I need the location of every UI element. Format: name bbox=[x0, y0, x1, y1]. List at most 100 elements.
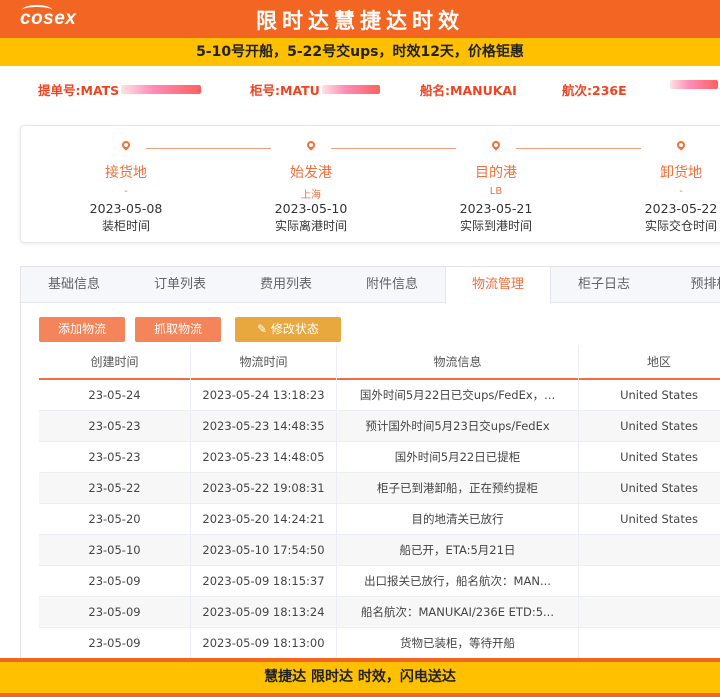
redacted-mark bbox=[321, 85, 380, 94]
column-header[interactable]: 物流信息 bbox=[337, 345, 579, 380]
table-cell: 23-05-22 bbox=[39, 473, 191, 504]
route-stop-pickup: 接货地 - 2023-05-08 装柜时间 bbox=[56, 140, 196, 234]
table-cell: 2023-05-09 18:13:00 bbox=[191, 628, 337, 659]
tab-panel: 基础信息 订单列表 费用列表 附件信息 物流管理 柜子日志 预排柜 添加物流 抓… bbox=[20, 266, 720, 666]
banner-title: 限时达慧捷达时效 bbox=[256, 9, 464, 33]
table-row[interactable]: 23-05-09 2023-05-09 18:15:37 出口报关已放行，船名航次：… bbox=[39, 566, 720, 597]
stop-sub: LB bbox=[489, 186, 503, 197]
tab-pre-schedule[interactable]: 预排柜 bbox=[657, 267, 720, 303]
promo-strip: 5-10号开船，5-22号交ups，时效12天，价格钜惠 bbox=[0, 38, 720, 66]
table-row[interactable]: 23-05-20 2023-05-20 14:24:21 目的地清关已放行 Unite… bbox=[39, 504, 720, 535]
table-cell: 23-05-20 bbox=[39, 504, 191, 535]
table-row[interactable]: 23-05-22 2023-05-22 19:08:31 柜子已到港卸船，正在预约提… bbox=[39, 473, 720, 504]
table-cell: 2023-05-09 18:13:24 bbox=[191, 597, 337, 628]
edit-icon: ✎ bbox=[257, 322, 271, 336]
table-cell: 目的地清关已放行 bbox=[337, 504, 579, 535]
tab-attachments[interactable]: 附件信息 bbox=[339, 267, 445, 303]
table-cell: 2023-05-24 13:18:23 bbox=[191, 380, 337, 411]
table-cell bbox=[579, 597, 720, 628]
bill-number-label: 提单号:MATS bbox=[38, 83, 120, 98]
location-pin-icon bbox=[675, 140, 687, 152]
stop-label: 实际离港时间 bbox=[274, 219, 347, 233]
stop-date: 2023-05-21 bbox=[459, 201, 533, 216]
table-cell: 23-05-23 bbox=[39, 442, 191, 473]
table-cell: United States bbox=[620, 481, 698, 495]
edit-status-button[interactable]: ✎ 修改状态 bbox=[235, 317, 341, 342]
table-cell bbox=[579, 535, 720, 566]
table-cell: 货物已装柜，等待开船 bbox=[337, 628, 579, 659]
table-cell: 出口报关已放行，船名航次：MAN... bbox=[337, 566, 579, 597]
table-cell: 船名航次：MANUKAI/236E ETD:5... bbox=[337, 597, 579, 628]
table-cell: 柜子已到港卸船，正在预约提柜 bbox=[337, 473, 579, 504]
table-row[interactable]: 23-05-09 2023-05-09 18:13:24 船名航次：MANUKAI/… bbox=[39, 597, 720, 628]
table-header: 创建时间 物流时间 物流信息 地区 bbox=[39, 345, 720, 380]
table-cell: 2023-05-23 14:48:35 bbox=[191, 411, 337, 442]
location-pin-icon bbox=[305, 140, 317, 152]
footer-slogan: 慧捷达 限时达 时效，闪电送达 bbox=[0, 662, 720, 693]
ship-name-label: 船名:MANUKAI bbox=[420, 83, 517, 98]
bill-number: 提单号:MATS bbox=[38, 80, 202, 99]
tab-basic-info[interactable]: 基础信息 bbox=[21, 267, 127, 303]
table-cell bbox=[579, 628, 720, 659]
table-cell: 23-05-23 bbox=[39, 411, 191, 442]
stop-label: 实际交仓时间 bbox=[644, 219, 717, 233]
table-cell: 23-05-09 bbox=[39, 566, 191, 597]
tab-container-log[interactable]: 柜子日志 bbox=[551, 267, 657, 303]
route-stop-origin-port: 始发港 上海 2023-05-10 实际离港时间 bbox=[241, 140, 381, 234]
table-cell: 船已开，ETA:5月21日 bbox=[337, 535, 579, 566]
stop-sub: - bbox=[124, 186, 128, 197]
table-cell: 23-05-09 bbox=[39, 597, 191, 628]
fetch-logistics-button[interactable]: 抓取物流 bbox=[135, 317, 221, 342]
bottom-banner: 慧捷达 限时达 时效，闪电送达 bbox=[0, 658, 720, 697]
table-cell: 国外时间5月22日已提柜 bbox=[337, 442, 579, 473]
table-cell: United States bbox=[620, 450, 698, 464]
table-cell bbox=[579, 566, 720, 597]
table-row[interactable]: 23-05-23 2023-05-23 14:48:35 预计国外时间5月23日交u… bbox=[39, 411, 720, 442]
location-pin-icon bbox=[490, 140, 502, 152]
table-cell: 23-05-24 bbox=[39, 380, 191, 411]
table-row[interactable]: 23-05-09 2023-05-09 18:13:00 货物已装柜，等待开船 bbox=[39, 628, 720, 659]
add-logistics-button[interactable]: 添加物流 bbox=[39, 317, 125, 342]
table-row[interactable]: 23-05-23 2023-05-23 14:48:05 国外时间5月22日已提柜 U… bbox=[39, 442, 720, 473]
column-header[interactable]: 地区 bbox=[579, 345, 720, 380]
table-cell: 23-05-10 bbox=[39, 535, 191, 566]
stop-name: 接货地 bbox=[105, 165, 147, 181]
top-banner: cosex 限时达慧捷达时效 bbox=[0, 0, 720, 38]
stop-name: 始发港 bbox=[290, 165, 332, 181]
table-cell: 2023-05-10 17:54:50 bbox=[191, 535, 337, 566]
logistics-table: 创建时间 物流时间 物流信息 地区 23-05-24 2023-05-24 13:… bbox=[39, 345, 720, 659]
stop-date: 2023-05-08 bbox=[89, 201, 163, 216]
redacted-extra bbox=[668, 80, 718, 89]
location-pin-icon bbox=[120, 140, 132, 152]
redacted-mark bbox=[670, 80, 718, 89]
table-cell: 国外时间5月22日已交ups/FedEx，... bbox=[337, 380, 579, 411]
table-cell: 2023-05-22 19:08:31 bbox=[191, 473, 337, 504]
tab-bar: 基础信息 订单列表 费用列表 附件信息 物流管理 柜子日志 预排柜 bbox=[21, 267, 720, 304]
route-stop-unloading: 卸货地 - 2023-05-22 实际交仓时间 bbox=[611, 140, 720, 234]
stop-label: 装柜时间 bbox=[101, 219, 150, 233]
table-cell: 2023-05-20 14:24:21 bbox=[191, 504, 337, 535]
table-cell: 预计国外时间5月23日交ups/FedEx bbox=[337, 411, 579, 442]
container-number-label: 柜号:MATU bbox=[250, 83, 320, 98]
stop-sub: 上海 bbox=[301, 190, 321, 201]
table-cell: United States bbox=[620, 512, 698, 526]
voyage: 航次:236E bbox=[562, 80, 627, 99]
tab-order-list[interactable]: 订单列表 bbox=[127, 267, 233, 303]
table-cell: United States bbox=[620, 388, 698, 402]
tab-logistics[interactable]: 物流管理 bbox=[445, 267, 551, 304]
table-cell: 2023-05-23 14:48:05 bbox=[191, 442, 337, 473]
table-body: 23-05-24 2023-05-24 13:18:23 国外时间5月22日已交up… bbox=[39, 380, 720, 659]
edit-status-label: 修改状态 bbox=[270, 322, 319, 336]
route-card: 接货地 - 2023-05-08 装柜时间 始发港 上海 2023-05-10 … bbox=[20, 125, 720, 243]
column-header[interactable]: 创建时间 bbox=[39, 345, 191, 380]
table-row[interactable]: 23-05-24 2023-05-24 13:18:23 国外时间5月22日已交up… bbox=[39, 380, 720, 411]
table-row[interactable]: 23-05-10 2023-05-10 17:54:50 船已开，ETA:5月21日 bbox=[39, 535, 720, 566]
tab-fee-list[interactable]: 费用列表 bbox=[233, 267, 339, 303]
table-cell: United States bbox=[620, 419, 698, 433]
stop-sub: - bbox=[679, 186, 683, 197]
column-header[interactable]: 物流时间 bbox=[191, 345, 337, 380]
route-stop-destination-port: 目的港 LB 2023-05-21 实际到港时间 bbox=[426, 140, 566, 234]
stop-date: 2023-05-22 bbox=[644, 201, 718, 216]
stop-date: 2023-05-10 bbox=[274, 201, 348, 216]
container-number: 柜号:MATU bbox=[250, 80, 380, 99]
